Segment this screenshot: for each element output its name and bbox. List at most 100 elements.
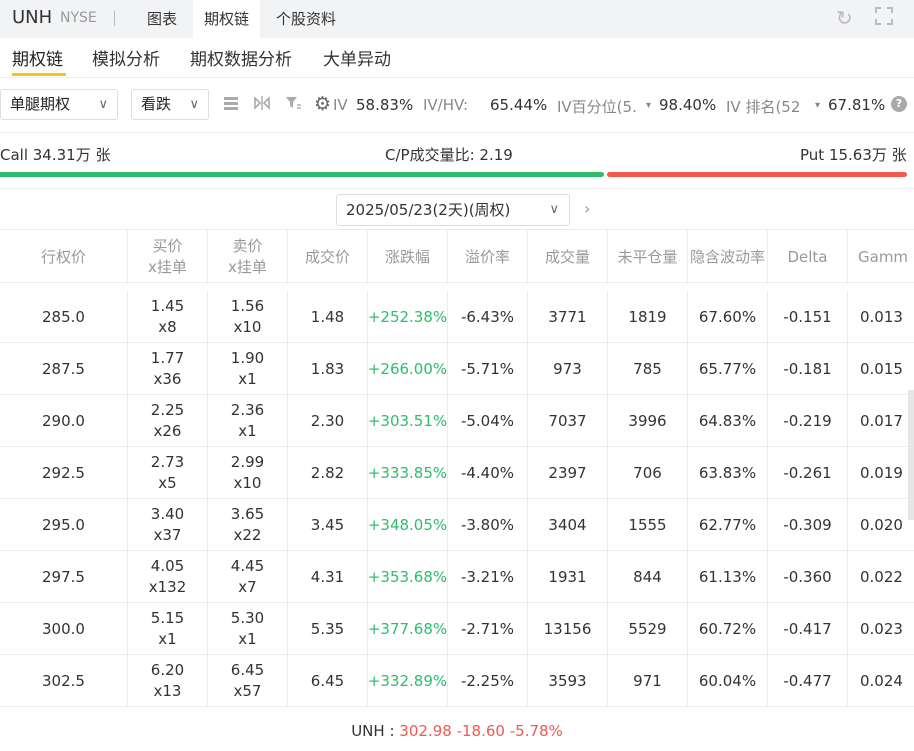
- col-gamma[interactable]: Gamm: [848, 230, 914, 284]
- cell-gamma: 0.023: [860, 619, 903, 638]
- iv-rank-label[interactable]: IV 排名(52: [726, 96, 800, 117]
- subtab-block-trades[interactable]: 大单异动: [323, 45, 391, 70]
- cell-bid-size: x8: [158, 318, 177, 336]
- iv-rank-value: 67.81%: [828, 96, 886, 114]
- cell-premium: -5.71%: [448, 343, 528, 395]
- subtab-simulation[interactable]: 模拟分析: [92, 45, 160, 70]
- cell-bid-size: x37: [153, 526, 182, 544]
- tab-chart[interactable]: 图表: [136, 0, 188, 38]
- top-bar: UNH NYSE 图表 期权链 个股资料 ↻: [0, 0, 914, 38]
- col-strike[interactable]: 行权价: [0, 230, 128, 284]
- cell-last: 5.35: [288, 603, 368, 655]
- col-change[interactable]: 涨跌幅: [368, 230, 448, 284]
- cell-bid: 2.73 x5: [128, 447, 208, 499]
- refresh-icon[interactable]: ↻: [836, 6, 853, 30]
- cell-ask: 2.99 x10: [208, 447, 288, 499]
- cell-ask-price: 5.30: [230, 609, 265, 627]
- table-row[interactable]: 302.5 6.20 x13 6.45 x57 6.45 +332.89% -2.25% 359…: [0, 655, 914, 707]
- cell-strike: 292.5: [0, 447, 128, 499]
- filter-icon[interactable]: [284, 94, 302, 117]
- gear-icon[interactable]: ⚙: [314, 93, 331, 115]
- cell-gamma: 0.017: [860, 411, 903, 430]
- cell-premium: -6.43%: [448, 291, 528, 343]
- cell-last: 3.45: [288, 499, 368, 551]
- col-last[interactable]: 成交价: [288, 230, 368, 284]
- table-row[interactable]: 285.0 1.45 x8 1.56 x10 1.48 +252.38% -6.43% 3771…: [0, 291, 914, 343]
- cell-open-interest: 5529: [608, 603, 688, 655]
- footer-ticker: UNH :: [351, 722, 395, 740]
- cell-bid: 3.40 x37: [128, 499, 208, 551]
- cell-delta: -0.181: [768, 343, 848, 395]
- cell-bid-price: 2.73: [150, 453, 185, 471]
- cell-implied-vol: 65.77%: [688, 343, 768, 395]
- footer-change: -18.60: [456, 722, 505, 740]
- table-row[interactable]: 297.5 4.05 x132 4.45 x7 4.31 +353.68% -3.21% 193…: [0, 551, 914, 603]
- expiry-select[interactable]: 2025/05/23(2天)(周权) ∨: [336, 194, 570, 226]
- quote-footer: UNH : 302.98 -18.60 -5.78%: [0, 722, 914, 740]
- cell-volume: 1931: [528, 551, 608, 603]
- subtab-option-chain[interactable]: 期权链: [12, 45, 63, 70]
- tab-profile[interactable]: 个股资料: [265, 0, 347, 38]
- cell-bid-price: 6.20: [150, 661, 185, 679]
- cell-ask-size: x1: [238, 422, 257, 440]
- cell-open-interest: 785: [608, 343, 688, 395]
- iv-value: 58.83%: [356, 96, 414, 114]
- col-premium[interactable]: 溢价率: [448, 230, 528, 284]
- cell-bid-size: x13: [153, 682, 182, 700]
- col-implied-vol[interactable]: 隐含波动率: [688, 230, 768, 284]
- cell-bid-price: 3.40: [150, 505, 185, 523]
- cell-delta: -0.309: [768, 499, 848, 551]
- tab-option-chain[interactable]: 期权链: [193, 0, 261, 38]
- ticker-symbol: UNH: [12, 7, 53, 28]
- active-tab-indicator: [12, 73, 66, 76]
- col-open-interest[interactable]: 未平仓量: [608, 230, 688, 284]
- cell-ask-size: x1: [238, 630, 257, 648]
- cell-open-interest: 971: [608, 655, 688, 707]
- cell-delta: -0.219: [768, 395, 848, 447]
- table-row[interactable]: 287.5 1.77 x36 1.90 x1 1.83 +266.00% -5.71% 973 7…: [0, 343, 914, 395]
- cell-bid-price: 2.25: [150, 401, 185, 419]
- chevron-down-icon: ∨: [189, 97, 199, 112]
- cell-last: 1.83: [288, 343, 368, 395]
- iv-percentile-label[interactable]: IV百分位(5.: [557, 96, 637, 117]
- caret-down-icon: ▾: [646, 100, 652, 111]
- strategy-select[interactable]: 单腿期权 ∨: [0, 89, 118, 120]
- cell-last: 2.82: [288, 447, 368, 499]
- col-volume[interactable]: 成交量: [528, 230, 608, 284]
- cell-implied-vol: 67.60%: [688, 291, 768, 343]
- cell-open-interest: 3996: [608, 395, 688, 447]
- cell-bid-size: x1: [158, 630, 177, 648]
- cell-ask-size: x1: [238, 370, 257, 388]
- cell-bid-price: 1.77: [150, 349, 185, 367]
- cell-ask-size: x10: [233, 318, 262, 336]
- cell-open-interest: 1819: [608, 291, 688, 343]
- scrollbar[interactable]: [908, 390, 914, 520]
- table-row[interactable]: 295.0 3.40 x37 3.65 x22 3.45 +348.05% -3.80% 340…: [0, 499, 914, 551]
- table-row[interactable]: 292.5 2.73 x5 2.99 x10 2.82 +333.85% -4.40% 2397…: [0, 447, 914, 499]
- cell-ask: 1.56 x10: [208, 291, 288, 343]
- cell-change: +266.00%: [368, 343, 448, 395]
- table-row[interactable]: 290.0 2.25 x26 2.36 x1 2.30 +303.51% -5.04% 7037…: [0, 395, 914, 447]
- col-delta[interactable]: Delta: [768, 230, 848, 284]
- col-bid[interactable]: 买价 x挂单: [128, 230, 208, 284]
- direction-select[interactable]: 看跌 ∨: [131, 89, 209, 120]
- divider: [0, 188, 914, 189]
- cell-strike: 300.0: [0, 603, 128, 655]
- cell-premium: -4.40%: [448, 447, 528, 499]
- cell-last: 6.45: [288, 655, 368, 707]
- cell-change: +333.85%: [368, 447, 448, 499]
- cell-gamma: 0.020: [860, 515, 903, 534]
- mirror-icon[interactable]: [253, 94, 271, 117]
- cell-strike: 287.5: [0, 343, 128, 395]
- cell-bid-size: x5: [158, 474, 177, 492]
- list-icon[interactable]: [222, 94, 240, 117]
- cell-ask: 5.30 x1: [208, 603, 288, 655]
- help-icon[interactable]: ?: [891, 96, 907, 112]
- table-row[interactable]: 300.0 5.15 x1 5.30 x1 5.35 +377.68% -2.71% 13156…: [0, 603, 914, 655]
- col-ask[interactable]: 卖价 x挂单: [208, 230, 288, 284]
- cell-bid: 5.15 x1: [128, 603, 208, 655]
- chevron-right-icon[interactable]: ›: [584, 199, 590, 218]
- expand-icon[interactable]: [874, 6, 894, 31]
- subtab-data-analysis[interactable]: 期权数据分析: [190, 45, 292, 70]
- cell-delta: -0.360: [768, 551, 848, 603]
